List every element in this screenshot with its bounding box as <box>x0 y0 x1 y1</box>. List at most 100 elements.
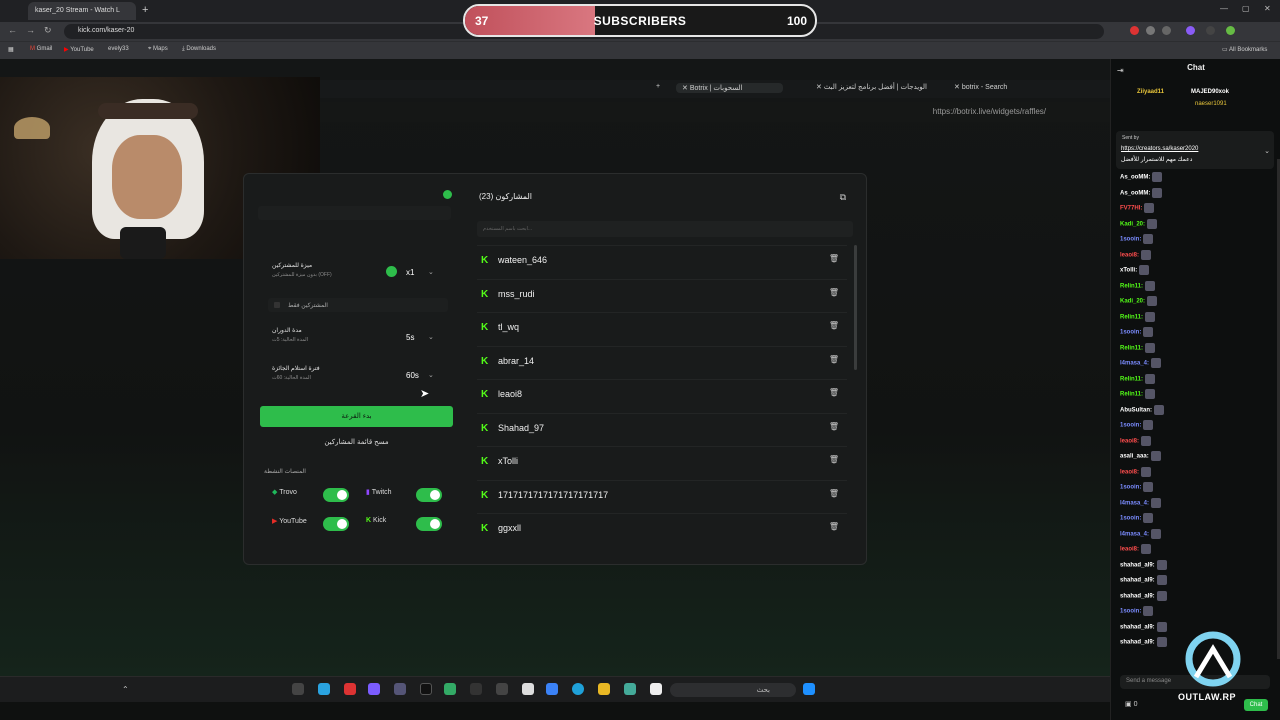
chat-username[interactable]: 1sooin: <box>1120 485 1141 491</box>
trovo-toggle[interactable] <box>323 488 349 502</box>
list-scrollbar[interactable] <box>854 245 857 370</box>
expand-pinned-icon[interactable]: ⌄ <box>1264 147 1270 155</box>
chat-username[interactable]: 1sooin: <box>1120 330 1141 336</box>
chat-username[interactable]: Relin11: <box>1120 392 1143 398</box>
chat-username[interactable]: shahad_al9: <box>1120 562 1155 568</box>
bookmark-downloads[interactable]: ⤓ Downloads <box>182 46 216 53</box>
delete-participant-icon[interactable]: 🗑 <box>829 321 839 330</box>
chat-username[interactable]: xTolli: <box>1120 268 1137 274</box>
discord-icon[interactable] <box>368 683 380 695</box>
chat-username[interactable]: Relin11: <box>1120 376 1143 382</box>
delete-participant-icon[interactable]: 🗑 <box>829 388 839 397</box>
copy-icon[interactable]: ⧉ <box>840 192 846 203</box>
chat-username[interactable]: shahad_al9: <box>1120 624 1155 630</box>
settings-icon[interactable] <box>394 683 406 695</box>
profile-avatar[interactable] <box>1226 26 1235 35</box>
taskbar-app-icon[interactable] <box>344 683 356 695</box>
collapse-chat-icon[interactable]: ⇥ <box>1117 66 1124 75</box>
file-explorer-icon[interactable] <box>598 683 610 695</box>
chat-username[interactable]: leaoi8: <box>1120 438 1139 444</box>
inner-new-tab-icon[interactable]: + <box>656 83 660 90</box>
chrome-icon[interactable] <box>624 683 636 695</box>
chat-username[interactable]: leaoi8: <box>1120 547 1139 553</box>
tray-chevron-icon[interactable]: ⌃ <box>122 685 130 694</box>
inner-tab-widgets[interactable]: ✕ الويدجات | أفضل برنامج لتعزيز البث <box>816 83 927 91</box>
minimize-icon[interactable]: — <box>1220 4 1228 13</box>
taskbar-app-icon[interactable] <box>444 683 456 695</box>
tiktok-icon[interactable] <box>420 683 432 695</box>
extension-icon[interactable] <box>1162 26 1171 35</box>
chat-username[interactable]: Kadi_20: <box>1120 221 1145 227</box>
taskbar-app-icon[interactable] <box>650 683 662 695</box>
telegram-icon[interactable] <box>318 683 330 695</box>
delete-participant-icon[interactable]: 🗑 <box>829 355 839 364</box>
chat-username[interactable]: l4masa_4: <box>1120 500 1149 506</box>
chat-username[interactable]: asali_aaa: <box>1120 454 1149 460</box>
delete-participant-icon[interactable]: 🗑 <box>829 288 839 297</box>
chat-username[interactable]: AbuSultan: <box>1120 407 1152 413</box>
forward-icon[interactable]: → <box>26 25 35 35</box>
chat-username[interactable]: As_ooMM: <box>1120 175 1150 181</box>
chat-username[interactable]: 1sooin: <box>1120 516 1141 522</box>
new-tab-icon[interactable]: + <box>142 4 148 16</box>
chat-username[interactable]: Relin11: <box>1120 345 1143 351</box>
apps-icon[interactable]: ▦ <box>8 46 14 53</box>
taskbar-app-icon[interactable] <box>292 683 304 695</box>
delete-participant-icon[interactable]: 🗑 <box>829 489 839 498</box>
twitch-toggle[interactable] <box>416 488 442 502</box>
subs-only-checkbox[interactable]: المشتركين فقط <box>268 298 448 312</box>
chevron-down-icon[interactable]: ⌄ <box>428 371 434 379</box>
chat-username[interactable]: 1sooin: <box>1120 609 1141 615</box>
chat-username[interactable]: leaoi8: <box>1120 252 1139 258</box>
delete-participant-icon[interactable]: 🗑 <box>829 522 839 531</box>
reload-icon[interactable]: ↻ <box>44 25 52 36</box>
close-icon[interactable]: ✕ <box>1264 4 1271 13</box>
participant-search-input[interactable]: ابحث باسم المستخدم... <box>477 221 853 237</box>
mail-icon[interactable] <box>546 683 558 695</box>
all-bookmarks[interactable]: ▭ All Bookmarks <box>1222 46 1267 53</box>
chat-username[interactable]: shahad_al9: <box>1120 640 1155 646</box>
maximize-icon[interactable]: ▢ <box>1242 4 1250 13</box>
edge-icon[interactable] <box>572 683 584 695</box>
chat-username[interactable]: 1sooin: <box>1120 237 1141 243</box>
chat-username[interactable]: l4masa_4: <box>1120 361 1149 367</box>
delete-participant-icon[interactable]: 🗑 <box>829 455 839 464</box>
bookmark-youtube[interactable]: ▶ YouTube <box>64 46 94 53</box>
youtube-toggle[interactable] <box>323 517 349 531</box>
start-raffle-button[interactable]: بدء القرعة <box>260 406 453 427</box>
extension-icon[interactable] <box>1146 26 1155 35</box>
pinned-link[interactable]: https://creators.sa/kaser2020 <box>1121 146 1198 152</box>
taskbar-search[interactable]: بحث <box>670 683 796 697</box>
taskbar-app-icon[interactable] <box>496 683 508 695</box>
chevron-down-icon[interactable]: ⌄ <box>428 333 434 341</box>
claim-time-select[interactable]: 60s <box>406 371 419 380</box>
back-icon[interactable]: ← <box>8 25 17 35</box>
chat-username[interactable]: l4masa_4: <box>1120 531 1149 537</box>
chat-username[interactable]: shahad_al9: <box>1120 578 1155 584</box>
start-windows-icon[interactable] <box>803 683 815 695</box>
chat-username[interactable]: shahad_al9: <box>1120 593 1155 599</box>
duration-select[interactable]: 5s <box>406 333 414 342</box>
chat-username[interactable]: FV77HI: <box>1120 206 1142 212</box>
taskbar-app-icon[interactable] <box>470 683 482 695</box>
chat-username[interactable]: Relin11: <box>1120 283 1143 289</box>
twitch-extension-icon[interactable] <box>1186 26 1195 35</box>
store-icon[interactable] <box>522 683 534 695</box>
bonus-multiplier-select[interactable]: x1 <box>406 268 414 277</box>
browser-tab[interactable]: kaser_20 Stream - Watch L <box>28 2 136 20</box>
chevron-down-icon[interactable]: ⌄ <box>428 268 434 276</box>
chat-username[interactable]: 1sooin: <box>1120 423 1141 429</box>
bookmark-maps[interactable]: ⌖ Maps <box>148 46 168 53</box>
chat-username[interactable]: Kadi_20: <box>1120 299 1145 305</box>
delete-participant-icon[interactable]: 🗑 <box>829 422 839 431</box>
extension-icon[interactable] <box>1130 26 1139 35</box>
chat-username[interactable]: leaoi8: <box>1120 469 1139 475</box>
inner-tab-search[interactable]: ✕ botrix - Search <box>954 83 1007 91</box>
inner-tab-botrix[interactable]: ✕ Botrix | السحوبات <box>676 83 783 93</box>
extension-icon[interactable] <box>1206 26 1215 35</box>
bookmark-evely33[interactable]: evely33 <box>108 46 129 52</box>
clear-participants-button[interactable]: مسح قائمة المشاركين <box>260 434 453 452</box>
delete-participant-icon[interactable]: 🗑 <box>829 254 839 263</box>
chat-username[interactable]: Relin11: <box>1120 314 1143 320</box>
bookmark-gmail[interactable]: M Gmail <box>30 46 52 52</box>
